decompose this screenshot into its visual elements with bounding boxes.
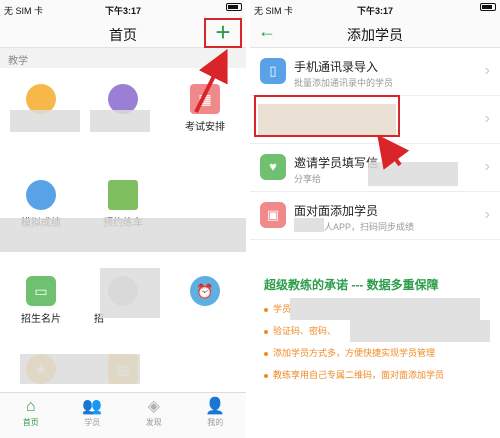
clock-text: 下午3:17 [104,6,141,16]
calendar-icon: ▦ [190,84,220,114]
blurred-region [90,110,150,132]
blurred-region [294,218,324,232]
bullet-icon [264,307,268,312]
chevron-right-icon: › [484,158,490,175]
qrcode-icon: ▣ [260,202,286,228]
grid-item-exam-schedule[interactable]: ▦ 考试安排 [164,68,246,133]
blurred-region [10,110,80,132]
car-icon [108,180,138,210]
bullet-icon [264,329,268,334]
right-phone-screen: 无 SIM 卡 下午3:17 ← 添加学员 ▯ 手机通讯录导入 批量添加通讯录中… [250,0,500,438]
blurred-region [350,320,490,342]
highlight-box [204,18,242,48]
chevron-right-icon: › [484,206,490,223]
battery-icon [480,3,496,11]
battery-icon [226,3,242,11]
page-title: 添加学员 [347,27,403,43]
tab-discover[interactable]: ◈ 发现 [123,393,185,438]
users-icon: 👥 [82,398,103,415]
heart-icon: ♥ [260,154,286,180]
add-student-navbar: ← 添加学员 [250,18,500,48]
score-icon [26,180,56,210]
status-bar: 无 SIM 卡 下午3:17 [0,0,246,18]
status-bar: 无 SIM 卡 下午3:17 [250,0,500,18]
alarm-icon: ⏰ [190,276,220,306]
chevron-right-icon: › [484,110,490,127]
list-item: 添加学员方式多，方便快捷实现学员管理 [264,342,496,364]
list-item-contacts-import[interactable]: ▯ 手机通讯录导入 批量添加通讯录中的学员 › [250,48,500,96]
list-item-invite-student[interactable]: ♥ 邀请学员填写信 分享给 › [250,144,500,192]
tab-profile[interactable]: 👤 我的 [185,393,247,438]
bullet-icon [264,351,268,356]
blurred-region [20,354,140,384]
feature-grid: ▦ 考试安排 模拟成绩 预约练车 ▭ 招生名片 招 ⏰ ★ ▤ [0,68,246,392]
bullet-icon [264,373,268,378]
tab-home[interactable]: ⌂ 首页 [0,393,62,438]
list-item-face-to-face[interactable]: ▣ 面对面添加学员 人APP，扫码同步成绩 › [250,192,500,240]
list-item: 教练享用自己专属二维码，面对面添加学员 [264,364,496,386]
chevron-right-icon: › [484,62,490,79]
blurred-region [0,218,246,252]
grid-item-business-card[interactable]: ▭ 招生名片 [0,260,82,325]
home-navbar: 首页 + [0,18,246,48]
left-phone-screen: 无 SIM 卡 下午3:17 首页 + 教学 ▦ 考试安排 模拟成绩 预约练车 [0,0,246,438]
card-icon: ▭ [26,276,56,306]
clock-text: 下午3:17 [356,6,393,16]
blurred-region [290,298,480,320]
tab-students[interactable]: 👥 学员 [62,393,124,438]
highlight-box [254,95,400,137]
promise-heading: 超级教练的承诺 --- 数据多重保障 [264,278,439,292]
grid-item[interactable]: ⏰ [164,260,246,324]
section-label: 教学 [0,48,246,68]
add-method-list: ▯ 手机通讯录导入 批量添加通讯录中的学员 › › ♥ 邀请学员填写信 分享给 … [250,48,500,240]
blurred-region [100,268,160,318]
person-icon: 👤 [205,398,226,415]
blurred-region [368,162,458,186]
home-icon: ⌂ [25,398,36,415]
compass-icon: ◈ [147,398,160,415]
tab-bar: ⌂ 首页 👥 学员 ◈ 发现 👤 我的 [0,392,246,438]
phone-icon: ▯ [260,58,286,84]
